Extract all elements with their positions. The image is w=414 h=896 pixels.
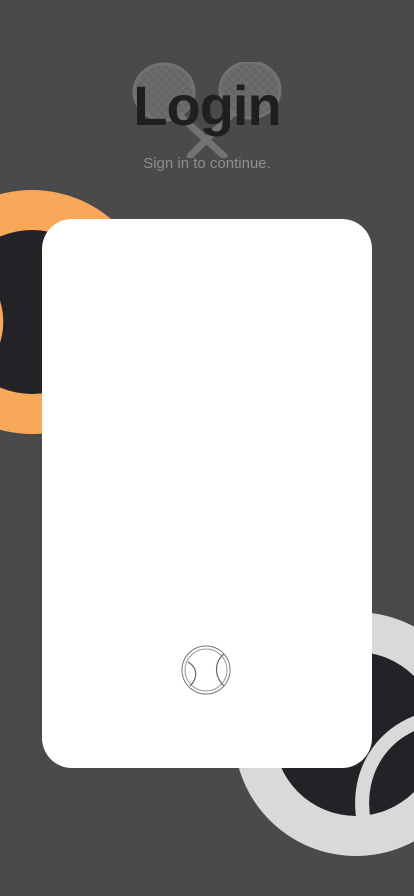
page-subtitle: Sign in to continue.: [143, 155, 271, 172]
loading-tennis-ball-icon: [181, 645, 231, 695]
login-screen: Login Sign in to continue.: [0, 0, 414, 896]
login-card: [42, 219, 372, 768]
page-title: Login: [133, 74, 281, 137]
